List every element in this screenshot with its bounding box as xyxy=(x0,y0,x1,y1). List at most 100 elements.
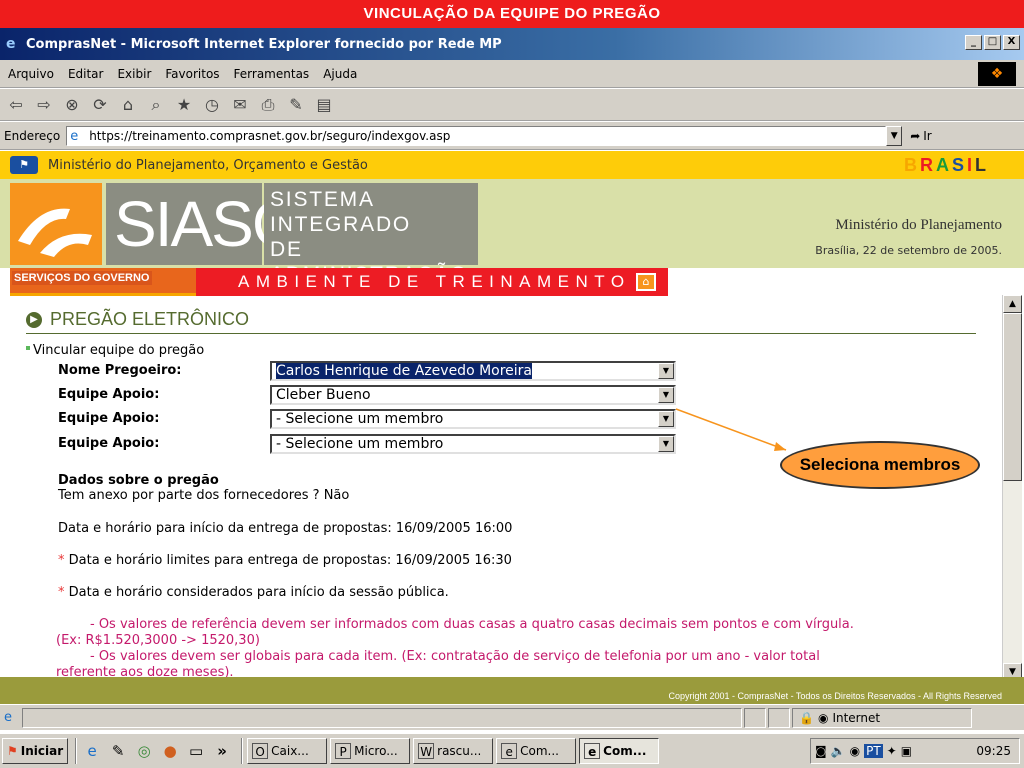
status-pane-2 xyxy=(744,707,766,728)
address-input[interactable]: e https://treinamento.comprasnet.gov.br/… xyxy=(66,125,887,146)
outlook-quicklaunch-icon[interactable]: ◎ xyxy=(133,740,155,762)
favorites-icon[interactable]: ★ xyxy=(174,95,194,114)
volume-icon[interactable]: 🔈 xyxy=(831,744,846,758)
equipe-apoio-label-2: Equipe Apoio: xyxy=(58,411,160,426)
minimize-button[interactable]: _ xyxy=(965,35,982,50)
task-ie-1[interactable]: e Com... xyxy=(496,738,577,764)
page-icon: e xyxy=(70,128,79,144)
services-bar: SERVIÇOS DO GOVERNO AMBIENTE DE TREINAME… xyxy=(0,268,1024,296)
limite-entrega-text: * Data e horário limites para entrega de… xyxy=(58,553,512,568)
equipe-apoio-select-3[interactable]: - Selecione um membro ▼ xyxy=(270,434,676,454)
monitor-icon[interactable]: ▣ xyxy=(901,744,912,758)
ie-quicklaunch-icon[interactable]: e xyxy=(81,740,103,762)
menu-ferramentas[interactable]: Ferramentas xyxy=(234,67,310,81)
start-button[interactable]: ⚑ Iniciar xyxy=(2,738,69,764)
siasg-logo-icon xyxy=(10,183,102,265)
menu-favoritos[interactable]: Favoritos xyxy=(165,67,219,81)
chevron-down-icon: ▼ xyxy=(658,436,674,452)
globe-icon: ◉ xyxy=(817,710,829,725)
pregoeiro-select[interactable]: Carlos Henrique de Azevedo Moreira ▼ xyxy=(270,361,676,381)
services-link[interactable]: SERVIÇOS DO GOVERNO xyxy=(10,268,196,296)
pregoeiro-label: Nome Pregoeiro: xyxy=(58,363,182,378)
discuss-icon[interactable]: ▤ xyxy=(314,95,334,114)
home-button-icon[interactable]: ⌂ xyxy=(636,273,656,291)
ministry-strip: ⚑ Ministério do Planejamento, Orçamento … xyxy=(0,151,1024,179)
note-1-example: (Ex: R$1.520,3000 -> 1520,30) xyxy=(56,633,260,648)
bullet-icon xyxy=(26,346,30,350)
callout-bubble: Seleciona membros xyxy=(780,441,980,489)
task-outlook[interactable]: O Caix... xyxy=(247,738,328,764)
menu-editar[interactable]: Editar xyxy=(68,67,104,81)
history-icon[interactable]: ◷ xyxy=(202,95,222,114)
vincular-link[interactable]: Vincular equipe do pregão xyxy=(26,343,204,358)
window-quicklaunch-icon[interactable]: ▭ xyxy=(185,740,207,762)
divider xyxy=(26,333,976,334)
search-icon[interactable]: ⌕ xyxy=(146,95,166,115)
vertical-scrollbar[interactable]: ▲ ▼ xyxy=(1002,295,1022,681)
ambiente-label: AMBIENTE DE TREINAMENTO xyxy=(196,268,668,296)
status-pane-3 xyxy=(768,707,790,728)
ime-icon[interactable]: ✦ xyxy=(887,744,897,758)
ministry-right-name: Ministério do Planejamento xyxy=(835,217,1002,233)
print-icon[interactable]: ⎙ xyxy=(258,95,278,115)
note-2: - Os valores devem ser globais para cada… xyxy=(90,649,820,664)
taskbar-separator xyxy=(241,738,244,764)
chevron-down-icon: ▼ xyxy=(658,363,674,379)
task-word[interactable]: Wrascu... xyxy=(413,738,494,764)
windows-flag-icon: ⚑ xyxy=(7,744,18,758)
anexo-text: Tem anexo por parte dos fornecedores ? N… xyxy=(58,488,350,503)
equipe-apoio-select-1[interactable]: Cleber Bueno ▼ xyxy=(270,385,676,405)
address-dropdown-icon[interactable]: ▼ xyxy=(886,125,903,146)
language-indicator[interactable]: PT xyxy=(864,744,883,758)
window-titlebar[interactable]: e ComprasNet - Microsoft Internet Explor… xyxy=(0,28,1024,60)
lock-icon: 🔒 xyxy=(799,710,814,725)
task-powerpoint[interactable]: P Micro... xyxy=(330,738,411,764)
powerpoint-icon: P xyxy=(335,743,352,759)
stop-icon[interactable]: ⊗ xyxy=(62,95,82,114)
maximize-button[interactable]: □ xyxy=(984,35,1001,50)
scroll-up-icon[interactable]: ▲ xyxy=(1003,295,1022,313)
status-bar: e 🔒 ◉ Internet xyxy=(0,704,1024,730)
mail-icon[interactable]: ✉ xyxy=(230,95,250,114)
menu-exibir[interactable]: Exibir xyxy=(117,67,151,81)
chevron-down-icon: ▼ xyxy=(658,387,674,403)
address-label: Endereço xyxy=(4,128,61,143)
equipe-apoio-label-3: Equipe Apoio: xyxy=(58,436,160,451)
refresh-icon[interactable]: ⟳ xyxy=(90,95,110,114)
back-icon[interactable]: ⇦ xyxy=(6,95,26,114)
address-url: https://treinamento.comprasnet.gov.br/se… xyxy=(89,128,451,143)
forward-icon[interactable]: ⇨ xyxy=(34,95,54,114)
page-status-icon: e xyxy=(4,710,12,725)
connection-icon[interactable]: ◉ xyxy=(850,744,860,758)
slide-banner: VINCULAÇÃO DA EQUIPE DO PREGÃO xyxy=(0,0,1024,28)
dados-title: Dados sobre o pregão xyxy=(58,473,219,488)
ie-task-icon: e xyxy=(584,743,601,759)
windows-logo-icon: ❖ xyxy=(978,62,1016,86)
brasil-logo: BRASIL xyxy=(903,155,987,175)
desktop-quicklaunch-icon[interactable]: ✎ xyxy=(107,740,129,762)
go-label: Ir xyxy=(923,128,932,143)
task-ie-2[interactable]: e Com... xyxy=(579,738,660,764)
word-icon: W xyxy=(418,743,435,759)
close-button[interactable]: X xyxy=(1003,35,1020,50)
arrow-right-icon: ▶ xyxy=(26,311,42,328)
more-chevron[interactable]: » xyxy=(211,740,233,762)
network-icon[interactable]: ◙ xyxy=(815,744,827,758)
firefox-quicklaunch-icon[interactable]: ● xyxy=(159,740,181,762)
window-title: ComprasNet - Microsoft Internet Explorer… xyxy=(26,36,502,52)
ie-icon: e xyxy=(6,36,16,52)
go-arrow-icon: ➦ xyxy=(910,128,921,143)
go-button[interactable]: ➦ Ir xyxy=(910,129,932,143)
address-bar: Endereço e https://treinamento.comprasne… xyxy=(0,122,1024,150)
page-viewport: ⚑ Ministério do Planejamento, Orçamento … xyxy=(0,151,1024,704)
page-footer: Copyright 2001 - ComprasNet - Todos os D… xyxy=(0,677,1024,704)
edit-icon[interactable]: ✎ xyxy=(286,95,306,114)
menu-arquivo[interactable]: Arquivo xyxy=(8,67,54,81)
security-zone: 🔒 ◉ Internet xyxy=(792,707,972,728)
toolbar: ⇦ ⇨ ⊗ ⟳ ⌂ ⌕ ★ ◷ ✉ ⎙ ✎ ▤ xyxy=(0,89,1024,121)
menu-ajuda[interactable]: Ajuda xyxy=(323,67,357,81)
home-icon[interactable]: ⌂ xyxy=(118,95,138,114)
scroll-thumb[interactable] xyxy=(1003,313,1022,481)
equipe-apoio-select-2[interactable]: - Selecione um membro ▼ xyxy=(270,409,676,429)
siasg-title: SIASG xyxy=(106,183,302,265)
